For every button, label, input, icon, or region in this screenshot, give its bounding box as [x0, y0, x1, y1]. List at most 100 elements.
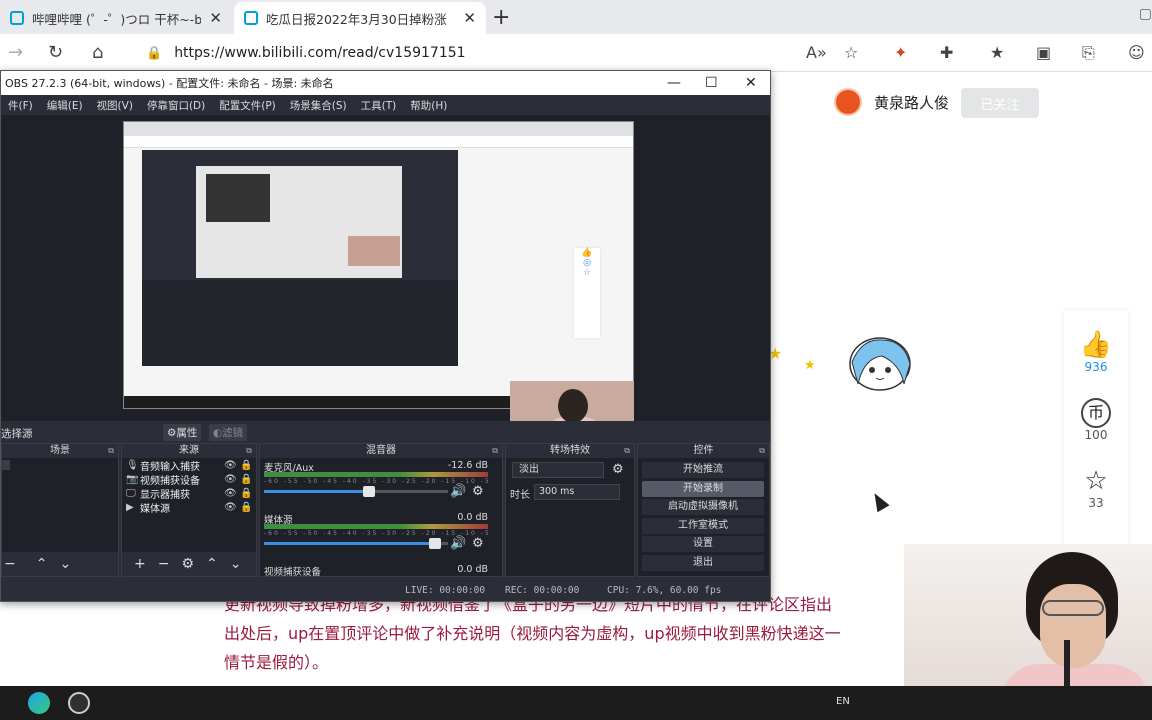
- gear-icon[interactable]: ⚙: [472, 536, 484, 551]
- maximize-icon[interactable]: ☐: [705, 75, 718, 91]
- gear-icon[interactable]: ⚙: [472, 484, 484, 499]
- obs-window[interactable]: OBS 27.2.3 (64-bit, windows) - 配置文件: 未命名…: [0, 70, 771, 602]
- menu-profile[interactable]: 配置文件(P): [219, 98, 276, 113]
- remove-icon[interactable]: −: [4, 556, 16, 572]
- source-name: 媒体源: [140, 503, 170, 515]
- author-info[interactable]: 黄泉路人俊: [834, 88, 949, 116]
- close-tab-icon[interactable]: ✕: [209, 9, 222, 27]
- menu-help[interactable]: 帮助(H): [410, 98, 447, 113]
- source-item[interactable]: ▶ 媒体源 👁 🔒: [122, 500, 256, 515]
- collections-icon[interactable]: ▣: [1036, 43, 1051, 62]
- undock-icon[interactable]: ⧉: [759, 444, 765, 458]
- edge-icon[interactable]: [28, 692, 50, 714]
- up-icon[interactable]: ⌃: [36, 556, 48, 572]
- menu-edit[interactable]: 编辑(E): [47, 98, 83, 113]
- lock-icon[interactable]: 🔒: [240, 474, 256, 485]
- browser-tab-article[interactable]: 吃瓜日报2022年3月30日掉粉涨 ✕: [234, 2, 486, 34]
- source-item[interactable]: 📷 视频捕获设备 👁 🔒: [122, 472, 256, 487]
- start-streaming-button[interactable]: 开始推流: [642, 462, 764, 478]
- volume-slider[interactable]: [264, 538, 448, 549]
- lock-icon[interactable]: 🔒: [240, 460, 256, 471]
- follow-button[interactable]: 已关注: [961, 88, 1039, 118]
- menu-view[interactable]: 视图(V): [97, 98, 133, 113]
- author-avatar[interactable]: [834, 88, 862, 116]
- author-name[interactable]: 黄泉路人俊: [874, 92, 949, 113]
- eye-icon[interactable]: 👁: [224, 488, 240, 499]
- transitions-dock-header: 转场特效 ⧉: [506, 444, 634, 458]
- forward-icon[interactable]: →: [8, 42, 23, 63]
- article-line: 情节是假的）。: [224, 653, 329, 672]
- obs-icon[interactable]: [68, 692, 90, 714]
- like-action[interactable]: 👍 936: [1064, 330, 1128, 374]
- lock-icon[interactable]: 🔒: [240, 488, 256, 499]
- volume-knob[interactable]: [362, 486, 375, 497]
- lock-icon[interactable]: 🔒: [240, 502, 256, 513]
- source-item[interactable]: 🖵 显示器捕获 👁 🔒: [122, 486, 256, 501]
- undock-icon[interactable]: ⧉: [246, 444, 252, 458]
- eye-icon[interactable]: 👁: [224, 474, 240, 485]
- undock-icon[interactable]: ⧉: [492, 444, 498, 458]
- exit-button[interactable]: 退出: [642, 555, 764, 571]
- scene-item[interactable]: [2, 460, 10, 470]
- star-sticker-icon: ★: [804, 358, 816, 373]
- window-restore-icon[interactable]: ▢: [1139, 6, 1152, 22]
- properties-button[interactable]: ⚙属性: [163, 424, 202, 441]
- mixer-channel: 媒体源 0.0 dB -60 -55 -50 -45 -40 -35 -30 -…: [260, 510, 502, 562]
- duration-input[interactable]: 300 ms: [534, 484, 620, 500]
- undock-icon[interactable]: ⧉: [624, 444, 630, 458]
- address-bar[interactable]: 🔒 https://www.bilibili.com/read/cv159171…: [136, 38, 776, 68]
- up-icon[interactable]: ⌃: [206, 556, 218, 572]
- profile-avatar[interactable]: ☺: [1128, 43, 1145, 62]
- sources-dock: 来源 ⧉ 🎙 音频输入捕获 👁 🔒 📷 视频捕获设备 👁 🔒 🖵 显示器捕获 👁 …: [121, 443, 257, 577]
- extension-icon[interactable]: ✦: [894, 43, 907, 62]
- eye-icon[interactable]: 👁: [224, 460, 240, 471]
- source-item[interactable]: 🎙 音频输入捕获 👁 🔒: [122, 458, 256, 473]
- add-icon[interactable]: +: [134, 556, 146, 572]
- down-icon[interactable]: ⌄: [59, 556, 71, 572]
- volume-knob[interactable]: [429, 538, 442, 549]
- favorite-count: 33: [1088, 496, 1104, 510]
- undock-icon[interactable]: ⧉: [108, 444, 114, 458]
- duration-label: 时长: [510, 490, 530, 501]
- favorite-action[interactable]: ☆ 33: [1064, 466, 1128, 510]
- minimize-icon[interactable]: —: [667, 75, 681, 91]
- read-aloud-icon[interactable]: A»: [806, 43, 827, 62]
- coin-action[interactable]: 币 100: [1064, 398, 1128, 442]
- menu-scene-collection[interactable]: 场景集合(S): [290, 98, 347, 113]
- nested-tabbar: [124, 122, 633, 136]
- properties-label: 属性: [176, 427, 198, 439]
- speaker-icon[interactable]: 🔊: [450, 484, 466, 499]
- filters-button[interactable]: ◐滤镜: [209, 424, 248, 441]
- menu-tools[interactable]: 工具(T): [361, 98, 397, 113]
- transition-select[interactable]: 淡出: [512, 462, 604, 478]
- speaker-icon[interactable]: 🔊: [450, 536, 466, 551]
- close-tab-icon[interactable]: ✕: [463, 9, 476, 27]
- refresh-icon[interactable]: ↻: [48, 42, 63, 63]
- gear-icon[interactable]: ⚙: [612, 462, 624, 477]
- start-recording-button[interactable]: 开始录制: [642, 481, 764, 497]
- menu-file[interactable]: 件(F): [8, 98, 33, 113]
- language-indicator[interactable]: EN: [836, 696, 850, 707]
- home-icon[interactable]: ⌂: [92, 42, 103, 63]
- transitions-title: 转场特效: [550, 445, 590, 456]
- article-line: 出处后，up在置顶评论中做了补充说明（视频内容为虚构，up视频中收到黑粉快递这一: [224, 624, 841, 643]
- add-favorite-icon[interactable]: ☆: [844, 43, 858, 62]
- menu-docks[interactable]: 停靠窗口(D): [147, 98, 205, 113]
- new-tab-icon[interactable]: +: [492, 5, 510, 30]
- start-virtual-camera-button[interactable]: 启动虚拟摄像机: [642, 499, 764, 515]
- settings-button[interactable]: 设置: [642, 536, 764, 552]
- favorites-icon[interactable]: ★: [990, 43, 1004, 62]
- down-icon[interactable]: ⌄: [230, 556, 242, 572]
- eye-icon[interactable]: 👁: [224, 502, 240, 513]
- volume-slider[interactable]: [264, 486, 448, 497]
- filter-icon: ◐: [213, 427, 223, 439]
- extensions-icon[interactable]: ✚: [940, 43, 953, 62]
- gear-icon[interactable]: ⚙: [181, 556, 194, 572]
- live-status: LIVE: 00:00:00: [405, 585, 486, 596]
- screenshot-icon[interactable]: ⎘: [1082, 43, 1095, 63]
- remove-icon[interactable]: −: [158, 556, 170, 572]
- obs-preview[interactable]: 👍 ◎ ☆: [1, 115, 770, 451]
- close-icon[interactable]: ✕: [745, 75, 757, 91]
- browser-tab-bilibili[interactable]: 哔哩哔哩 (゜-゜)つロ 干杯~-bilil ✕: [0, 2, 232, 34]
- studio-mode-button[interactable]: 工作室模式: [642, 518, 764, 534]
